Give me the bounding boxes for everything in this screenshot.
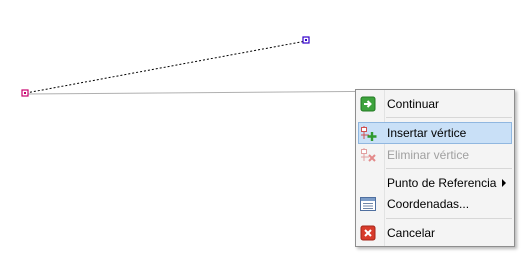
menu-item-label: Continuar (387, 97, 440, 111)
vertex-end[interactable] (302, 36, 310, 44)
submenu-arrow-icon (502, 179, 506, 187)
menu-item-label: Insertar vértice (387, 126, 467, 140)
menu-separator (386, 168, 512, 169)
menu-item-insertar-vertice[interactable]: Insertar vértice (358, 122, 512, 144)
menu-item-eliminar-vertice[interactable]: Eliminar vértice (358, 144, 512, 166)
coordinates-table-icon (360, 196, 376, 212)
context-menu: Continuar Insertar vértice Eliminar vért… (355, 89, 515, 247)
menu-item-coordenadas[interactable]: Coordenadas... (358, 193, 512, 215)
menu-item-label: Eliminar vértice (387, 148, 470, 162)
menu-item-label: Punto de Referencia (387, 176, 497, 190)
insert-vertex-icon (360, 125, 377, 141)
vertex-start[interactable] (21, 89, 29, 97)
menu-item-punto-de-referencia[interactable]: Punto de Referencia (358, 172, 512, 194)
menu-item-label: Coordenadas... (387, 197, 470, 211)
menu-item-label: Cancelar (387, 226, 436, 240)
red-x-icon (360, 225, 376, 241)
delete-vertex-icon (360, 147, 376, 163)
menu-item-cancelar[interactable]: Cancelar (358, 222, 512, 244)
green-arrow-icon (360, 96, 376, 112)
menu-separator (386, 117, 512, 118)
segment-line[interactable] (25, 40, 307, 94)
menu-separator (386, 218, 512, 219)
menu-item-continuar[interactable]: Continuar (358, 93, 512, 115)
